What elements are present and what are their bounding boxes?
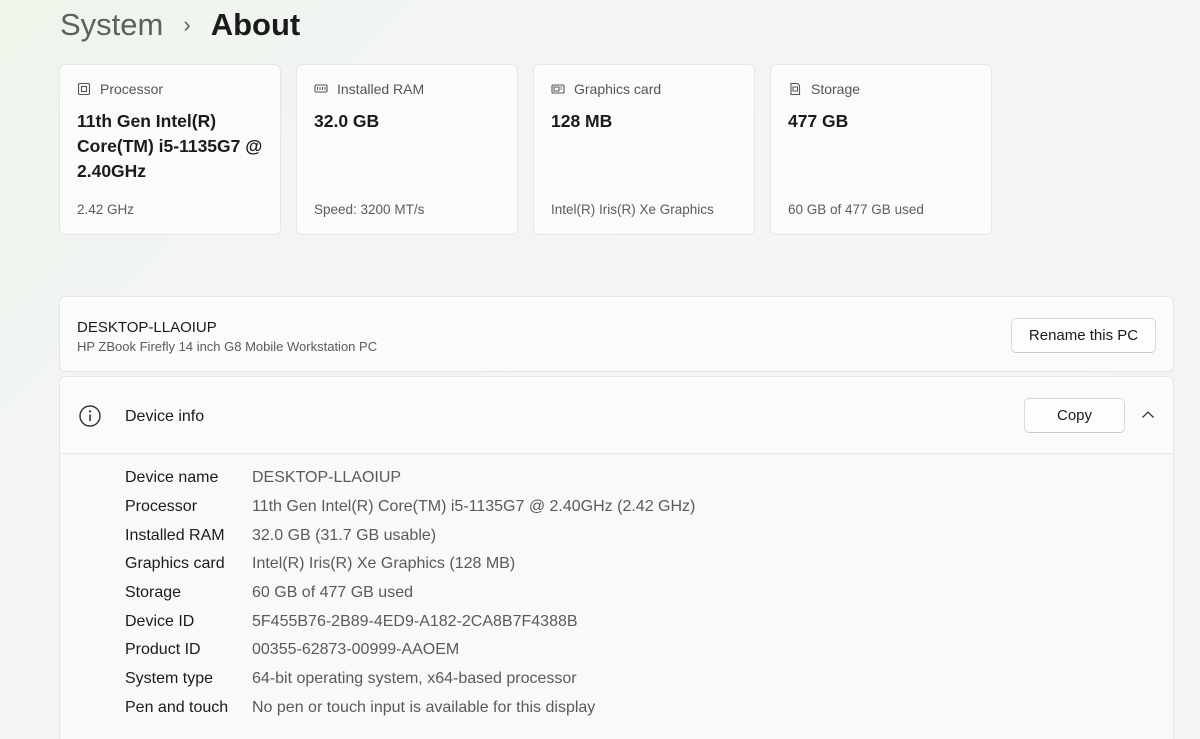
device-info-row: Processor 11th Gen Intel(R) Core(TM) i5-1… (125, 493, 695, 522)
device-info-title: Device info (125, 408, 205, 425)
device-info-header[interactable]: Device info Copy (60, 377, 1173, 454)
row-label: System type (125, 670, 214, 688)
ram-card-value: 32.0 GB (314, 111, 380, 131)
row-value: 32.0 GB (31.7 GB usable) (252, 526, 437, 544)
graphics-card-icon (551, 82, 565, 96)
row-label: Pen and touch (125, 698, 229, 716)
row-value: 5F455B76-2B89-4ED9-A182-2CA8B7F4388B (252, 612, 578, 630)
pc-name-panel: DESKTOP-LLAOIUP HP ZBook Firefly 14 inch… (59, 296, 1174, 372)
row-value: Intel(R) Iris(R) Xe Graphics (128 MB) (252, 555, 516, 573)
row-label: Installed RAM (125, 526, 225, 544)
device-info-row: Graphics card Intel(R) Iris(R) Xe Graphic… (125, 550, 695, 579)
rename-pc-button[interactable]: Rename this PC (1011, 318, 1156, 353)
device-info-row: Device ID 5F455B76-2B89-4ED9-A182-2CA8B7F… (125, 607, 695, 636)
device-info-row: Storage 60 GB of 477 GB used (125, 579, 695, 608)
storage-card-label: Storage (811, 81, 861, 97)
graphics-card-model: Intel(R) Iris(R) Xe Graphics (551, 202, 714, 217)
storage-icon (788, 82, 802, 96)
row-label: Processor (125, 498, 198, 516)
breadcrumb: System › About (60, 2, 300, 48)
pc-model: HP ZBook Firefly 14 inch G8 Mobile Works… (77, 339, 378, 354)
row-label: Device ID (125, 612, 195, 630)
ram-card-label: Installed RAM (337, 81, 425, 97)
row-value: No pen or touch input is available for t… (252, 698, 596, 716)
graphics-card-value: 128 MB (551, 111, 613, 131)
page-title: About (210, 7, 301, 42)
storage-card-usage: 60 GB of 477 GB used (788, 202, 924, 217)
row-value: 60 GB of 477 GB used (252, 584, 413, 602)
row-label: Storage (125, 584, 182, 602)
pc-name: DESKTOP-LLAOIUP (77, 319, 217, 336)
row-label: Device name (125, 469, 219, 487)
ram-card-speed: Speed: 3200 MT/s (314, 202, 425, 217)
processor-icon (77, 82, 91, 96)
row-label: Graphics card (125, 555, 225, 573)
device-info-row: Device name DESKTOP-LLAOIUP (125, 464, 695, 493)
row-label: Product ID (125, 641, 201, 659)
row-value: DESKTOP-LLAOIUP (252, 469, 402, 487)
row-value: 00355-62873-00999-AAOEM (252, 641, 460, 659)
info-icon (78, 404, 102, 428)
spec-cards: Processor 11th Gen Intel(R) Core(TM) i5-… (59, 64, 992, 235)
copy-button[interactable]: Copy (1024, 398, 1125, 433)
storage-card: Storage 477 GB 60 GB of 477 GB used (770, 64, 992, 235)
breadcrumb-system-link[interactable]: System (60, 7, 163, 43)
storage-card-value: 477 GB (788, 111, 849, 131)
device-info-row: System type 64-bit operating system, x64-… (125, 665, 695, 694)
device-info-list: Device name DESKTOP-LLAOIUP Processor 11th… (125, 464, 695, 722)
row-value: 64-bit operating system, x64-based proce… (252, 670, 577, 688)
device-info-row: Installed RAM 32.0 GB (31.7 GB usable) (125, 521, 695, 550)
row-value: 11th Gen Intel(R) Core(TM) i5-1135G7 @ 2… (252, 498, 696, 516)
device-info-row: Product ID 00355-62873-00999-AAOEM (125, 636, 695, 665)
chevron-up-icon[interactable] (1140, 407, 1156, 423)
processor-card-label: Processor (100, 81, 164, 97)
device-info-row: Pen and touch No pen or touch input is av… (125, 694, 695, 723)
processor-card-speed: 2.42 GHz (77, 202, 135, 217)
breadcrumb-separator: › (183, 12, 191, 37)
processor-card: Processor 11th Gen Intel(R) Core(TM) i5-… (59, 64, 281, 235)
ram-icon (314, 82, 328, 96)
ram-card: Installed RAM 32.0 GB Speed: 3200 MT/s (296, 64, 518, 235)
graphics-card-label: Graphics card (574, 81, 662, 97)
device-info-panel: Device info Copy Device name DESKTOP-LLAO… (59, 376, 1174, 739)
graphics-card-card: Graphics card 128 MB Intel(R) Iris(R) Xe… (533, 64, 755, 235)
processor-card-value: 11th Gen Intel(R) Core(TM) i5-1135G7 @ 2… (77, 111, 263, 181)
